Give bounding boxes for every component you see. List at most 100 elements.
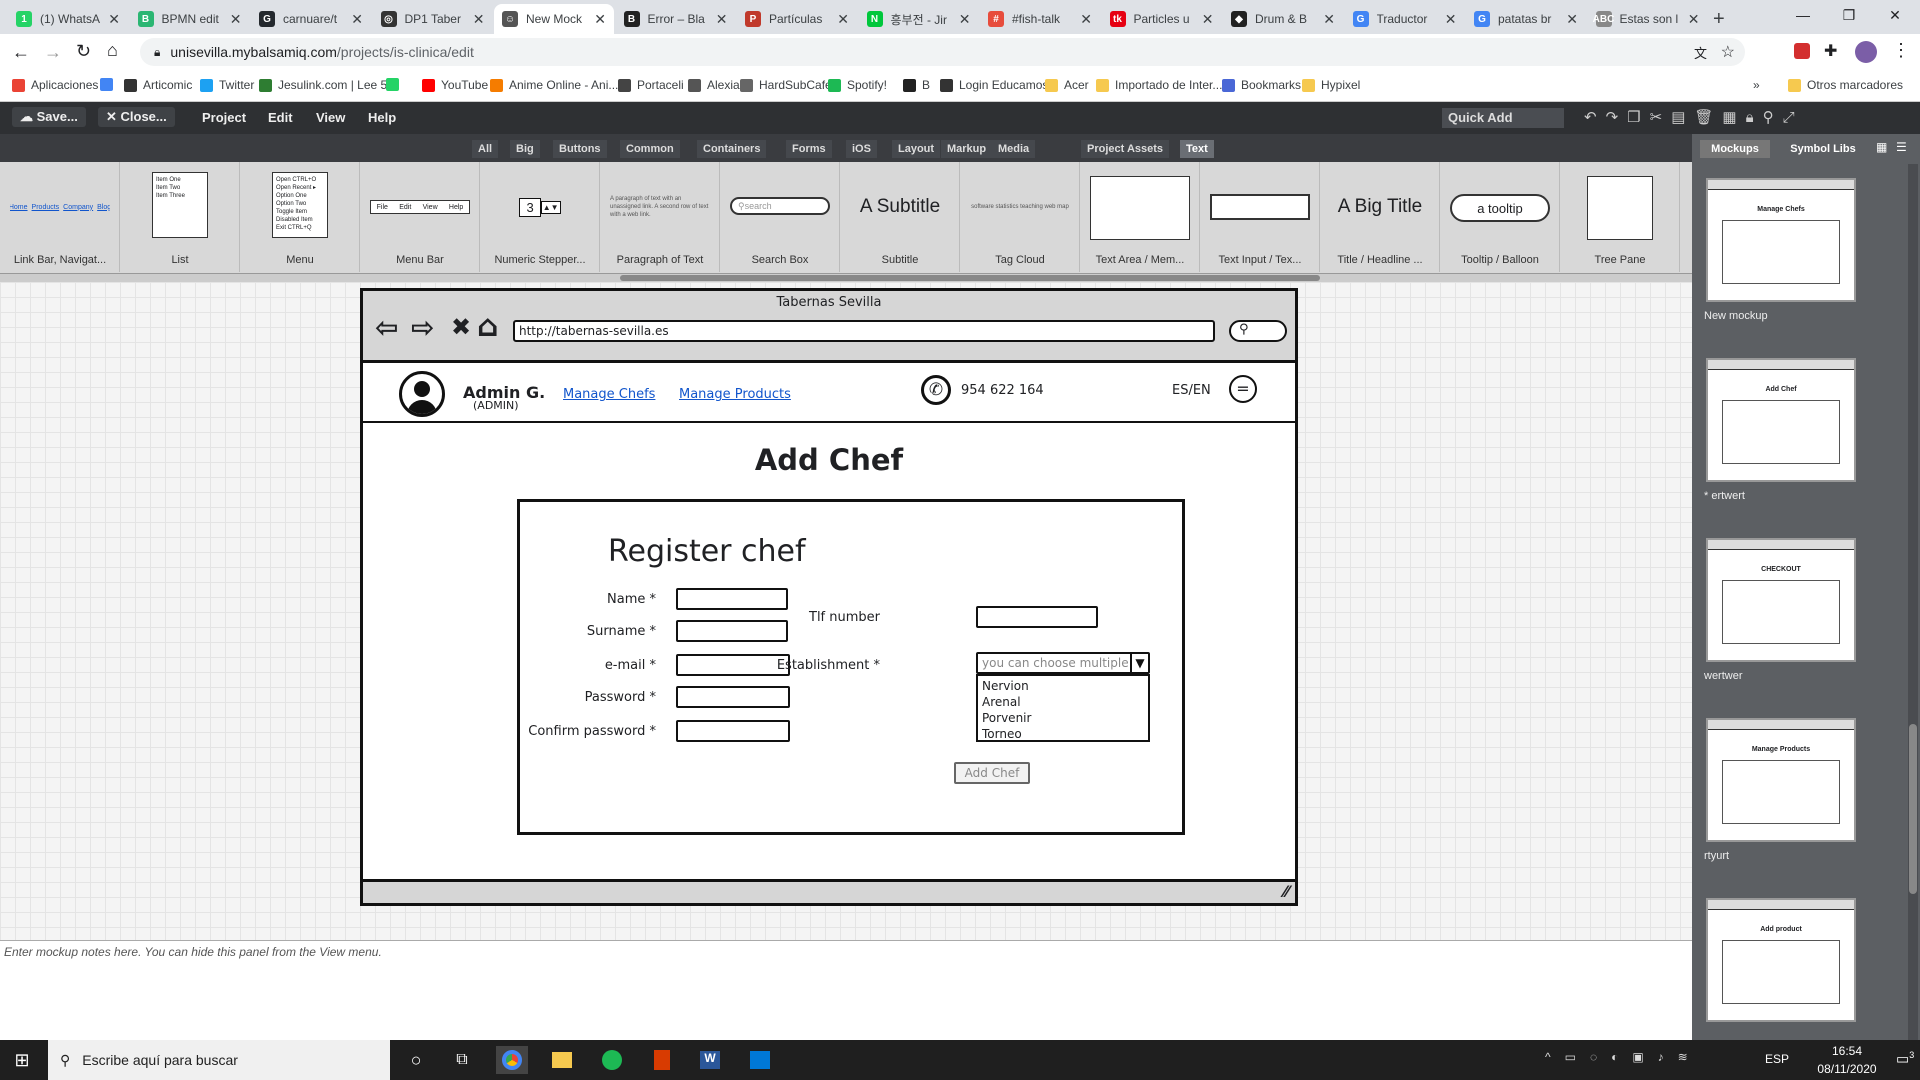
library-item[interactable]: A paragraph of text with an unassigned l… [600, 162, 720, 272]
extension-icon[interactable] [1794, 43, 1810, 59]
language-indicator[interactable]: ESP [1765, 1052, 1789, 1066]
forward-icon[interactable]: → [44, 42, 62, 63]
library-item[interactable]: 3 ▲▼ Numeric Stepper... [480, 162, 600, 272]
spotify-icon[interactable] [596, 1046, 628, 1074]
chrome-menu-icon[interactable]: ⋮ [1892, 40, 1910, 61]
mockup-thumbnail[interactable]: Manage Products [1706, 718, 1856, 842]
extensions-puzzle-icon[interactable]: ✚ [1824, 41, 1837, 61]
library-tab[interactable]: Forms [786, 140, 832, 158]
browser-tab[interactable]: # #fish-talk ✕ [980, 4, 1100, 34]
mockup-thumbnail[interactable]: CHECKOUT [1706, 538, 1856, 662]
notification-icon[interactable]: ▭3 [1896, 1050, 1914, 1068]
browser-tab[interactable]: ABC Estas son l ✕ [1588, 4, 1708, 34]
bookmark-item[interactable]: Twitter [200, 78, 254, 92]
library-item[interactable]: A Big Title Title / Headline ... [1320, 162, 1440, 272]
bookmark-item[interactable] [386, 78, 405, 91]
mockup-thumbnail-name[interactable]: * ertwert [1704, 490, 1745, 502]
tab-close-icon[interactable]: ✕ [1080, 11, 1092, 28]
bookmark-item[interactable]: Portaceli [618, 78, 684, 92]
bookmark-item[interactable]: Hypixel [1302, 78, 1360, 92]
library-item[interactable]: Text Input / Tex... [1200, 162, 1320, 272]
photos-icon[interactable] [744, 1046, 776, 1074]
library-scrollbar[interactable] [0, 274, 1692, 282]
explorer-icon[interactable] [546, 1046, 578, 1074]
library-item[interactable]: software statistics teaching web map Tag … [960, 162, 1080, 272]
tab-close-icon[interactable]: ✕ [594, 11, 606, 28]
profile-avatar[interactable] [1855, 41, 1877, 63]
close-button[interactable]: ✕ Close... [98, 107, 175, 127]
tab-close-icon[interactable]: ✕ [1688, 11, 1700, 28]
browser-tab[interactable]: P Partículas ✕ [737, 4, 857, 34]
bookmark-item[interactable]: YouTube [422, 78, 488, 92]
windows-start-icon[interactable]: ⊞ [6, 1046, 38, 1074]
bookmark-item[interactable]: Aplicaciones [12, 78, 98, 92]
chrome-taskbar-icon[interactable] [496, 1046, 528, 1074]
taskbar-search-input[interactable]: ⚲ Escribe aquí para buscar [48, 1040, 390, 1080]
close-window-icon[interactable]: ✕ [1872, 0, 1918, 30]
browser-tab[interactable]: ☺ New Mock ✕ [494, 4, 614, 34]
quick-add-input[interactable]: Quick Add [1442, 108, 1564, 128]
bookmark-item[interactable]: Jesulink.com | Lee 5... [259, 78, 397, 92]
menu-help[interactable]: Help [368, 110, 396, 125]
menu-edit[interactable]: Edit [268, 110, 293, 125]
bookmark-item[interactable]: Anime Online - Ani... [490, 78, 618, 92]
bookmark-item[interactable]: Acer [1045, 78, 1089, 92]
mockup-browser-window[interactable]: Tabernas Sevilla ⇦ ⇨ ✖ ⌂ http://tabernas… [360, 288, 1298, 906]
tab-close-icon[interactable]: ✕ [1566, 11, 1578, 28]
tab-close-icon[interactable]: ✕ [716, 11, 728, 28]
browser-tab[interactable]: B BPMN edit ✕ [130, 4, 250, 34]
new-tab-button[interactable]: + [1705, 4, 1735, 34]
library-tab[interactable]: Layout [892, 140, 941, 158]
library-tab[interactable]: Common [620, 140, 680, 158]
tab-symbol-libs[interactable]: Symbol Libs [1778, 140, 1868, 158]
browser-tab[interactable]: Gpatatas br ✕ [1466, 4, 1586, 34]
browser-tab[interactable]: N 흥부전 - Jir ✕ [859, 4, 979, 34]
bookmark-item[interactable]: B [903, 78, 930, 92]
back-icon[interactable]: ← [12, 42, 30, 63]
edit-tools[interactable]: ↶↷❐✂▤🗑︎▦🔒︎⚲⤢ [1584, 108, 1804, 126]
library-tab[interactable]: Project Assets [1081, 140, 1170, 158]
more-bookmarks-button[interactable]: » [1753, 78, 1760, 92]
home-icon[interactable]: ⌂ [107, 40, 118, 61]
mockup-thumbnail-name[interactable]: wertwer [1704, 670, 1743, 682]
bookmark-item[interactable]: HardSubCafe [740, 78, 832, 92]
grid-view-icon[interactable]: ▦ [1876, 140, 1887, 154]
bookmark-item[interactable]: Login Educamos [940, 78, 1048, 92]
library-item[interactable]: a tooltip Tooltip / Balloon [1440, 162, 1560, 272]
mockup-thumbnail[interactable]: Manage Chefs [1706, 178, 1856, 302]
library-item[interactable]: A Subtitle Subtitle [840, 162, 960, 272]
library-tab[interactable]: Big [510, 140, 540, 158]
maximize-icon[interactable]: ❐ [1826, 0, 1872, 30]
scrollbar-thumb[interactable] [620, 275, 1320, 281]
library-item[interactable]: Home Products Company Blog Link Bar, Navigat… [0, 162, 120, 272]
panel-scrollbar[interactable] [1908, 164, 1918, 1040]
clock-time[interactable]: 16:54 [1812, 1044, 1882, 1058]
tab-close-icon[interactable]: ✕ [230, 11, 242, 28]
tab-close-icon[interactable]: ✕ [473, 11, 485, 28]
tab-mockups[interactable]: Mockups [1700, 140, 1770, 158]
library-tab[interactable]: Containers [697, 140, 767, 158]
library-tab[interactable]: iOS [846, 140, 877, 158]
bookmark-item[interactable] [100, 78, 119, 91]
library-tab[interactable]: All [472, 140, 499, 158]
system-tray[interactable]: ^▭◌◐▣♪≋ [1545, 1050, 1702, 1064]
library-item[interactable]: Text Area / Mem... [1080, 162, 1200, 272]
library-tab[interactable]: Text [1180, 140, 1214, 158]
library-tab[interactable]: Buttons [553, 140, 607, 158]
reload-icon[interactable]: ↻ [76, 41, 91, 62]
bookmark-item[interactable]: Bookmarks [1222, 78, 1301, 92]
browser-tab[interactable]: tk Particles u ✕ [1102, 4, 1222, 34]
minimize-icon[interactable]: — [1780, 0, 1826, 30]
mockup-thumbnail[interactable]: Add Chef [1706, 358, 1856, 482]
mockup-thumbnail[interactable]: Add product [1706, 898, 1856, 1022]
browser-tab[interactable]: G Traductor ✕ [1345, 4, 1465, 34]
word-icon[interactable]: W [694, 1046, 726, 1074]
browser-tab[interactable]: B Error – Bla ✕ [616, 4, 736, 34]
tab-close-icon[interactable]: ✕ [837, 11, 849, 28]
menu-project[interactable]: Project [202, 110, 246, 125]
mockup-thumbnail-name[interactable]: rtyurt [1704, 850, 1729, 862]
translate-icon[interactable]: 文 [1694, 43, 1707, 62]
clock-date[interactable]: 08/11/2020 [1800, 1062, 1894, 1076]
url-input[interactable]: 🔒︎ unisevilla.mybalsamiq.com/projects/is… [140, 38, 1745, 66]
office-icon[interactable] [646, 1046, 678, 1074]
